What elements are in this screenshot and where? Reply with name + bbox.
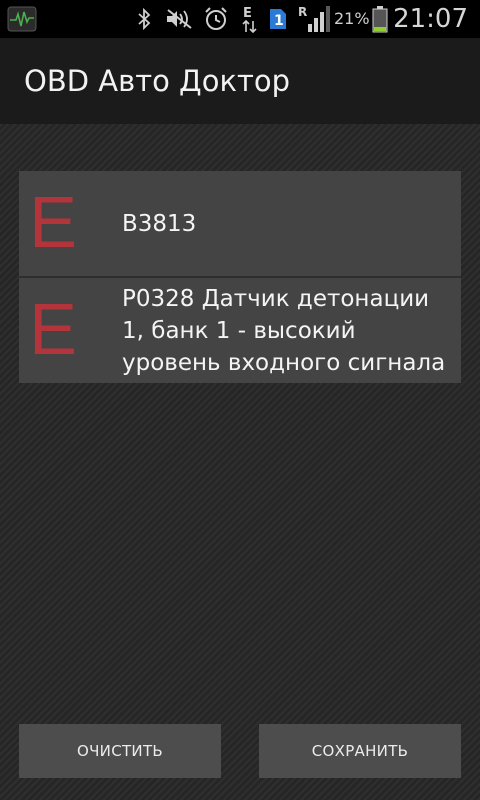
save-button[interactable]: СОХРАНИТЬ: [259, 724, 461, 778]
main-content: E B3813 E P0328 Датчик детонации 1, банк…: [0, 124, 480, 800]
error-description: P0328 Датчик детонации 1, банк 1 - высок…: [122, 285, 446, 376]
clear-button[interactable]: ОЧИСТИТЬ: [19, 724, 221, 778]
error-description: B3813: [122, 210, 197, 237]
status-bar: E 1 R 21% 21:07: [0, 0, 480, 38]
clock-time: 21:07: [393, 4, 468, 34]
action-bar: OBD Авто Доктор: [0, 38, 480, 124]
app-notification-icon: [6, 0, 38, 38]
alarm-icon: [201, 0, 231, 38]
no-signal-icon: [164, 0, 194, 38]
sim-icon: 1: [266, 0, 290, 38]
app-title: OBD Авто Доктор: [24, 64, 291, 98]
error-list-item[interactable]: E B3813: [19, 171, 461, 276]
error-type-letter: E: [29, 183, 78, 263]
bluetooth-icon: [132, 0, 156, 38]
error-list: E B3813 E P0328 Датчик детонации 1, банк…: [19, 171, 461, 383]
roaming-label: R: [298, 5, 307, 19]
battery-percent: 21%: [334, 9, 370, 28]
edge-data-icon: E: [238, 0, 262, 38]
error-list-item[interactable]: E P0328 Датчик детонации 1, банк 1 - выс…: [19, 276, 461, 383]
error-type-letter: E: [29, 290, 78, 370]
sim-label: 1: [274, 13, 284, 29]
battery-icon: [369, 0, 391, 38]
signal-strength-icon: R: [296, 0, 332, 38]
edge-label: E: [243, 6, 252, 21]
